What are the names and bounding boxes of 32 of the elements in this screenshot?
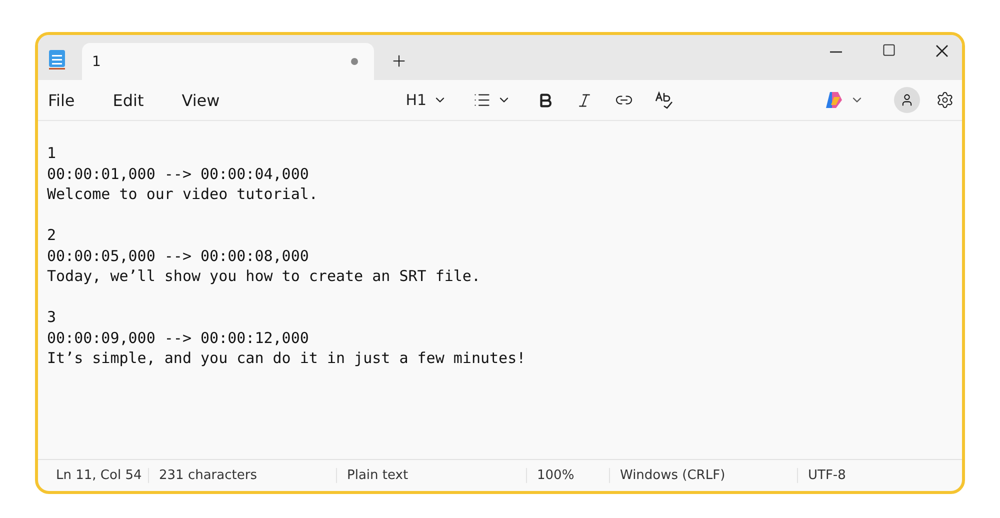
- menu-item[interactable]: Edit: [110, 90, 146, 110]
- status-item: 231 characters: [148, 468, 336, 483]
- settings-icon[interactable]: [936, 91, 954, 109]
- subtitle-timing: 00:00:05,000 --> 00:00:08,000: [47, 246, 310, 266]
- status-item: Ln 11, Col 54: [55, 468, 143, 483]
- spellcheck-icon[interactable]: [654, 91, 673, 109]
- subtitle-text: Welcome to our video tutorial.: [47, 184, 319, 204]
- subtitle-timing: 00:00:09,000 --> 00:00:12,000: [47, 328, 310, 348]
- copilot-logo-icon[interactable]: [824, 91, 844, 109]
- subtitle-timing: 00:00:01,000 --> 00:00:04,000: [47, 164, 310, 184]
- notepad-icon: [48, 48, 66, 70]
- maximize-button[interactable]: [882, 43, 896, 57]
- status-item: 100%: [526, 468, 609, 483]
- list-dropdown[interactable]: [472, 91, 511, 109]
- copilot-dropdown[interactable]: [824, 91, 864, 109]
- account-button[interactable]: [894, 87, 920, 113]
- person-icon[interactable]: [900, 93, 914, 107]
- status-item: UTF-8: [797, 468, 917, 483]
- subtitle-text: Today, we’ll show you how to create an SRT file.: [47, 266, 482, 286]
- list-icon[interactable]: [472, 91, 491, 109]
- menu-item[interactable]: File: [46, 90, 77, 110]
- subtitle-index: 3: [47, 307, 58, 328]
- close-button[interactable]: [936, 45, 948, 57]
- status-item: Windows (CRLF): [609, 468, 797, 483]
- heading-dropdown[interactable]: H1: [406, 91, 447, 109]
- status-item: Plain text: [336, 468, 526, 483]
- document-tab[interactable]: 1: [82, 43, 374, 80]
- menu-item[interactable]: View: [180, 90, 222, 110]
- subtitle-text: It’s simple, and you can do it in just a few minutes!: [47, 348, 527, 368]
- subtitle-index: 2: [47, 225, 58, 246]
- minimize-button[interactable]: [830, 51, 842, 53]
- subtitle-index: 1: [47, 143, 58, 164]
